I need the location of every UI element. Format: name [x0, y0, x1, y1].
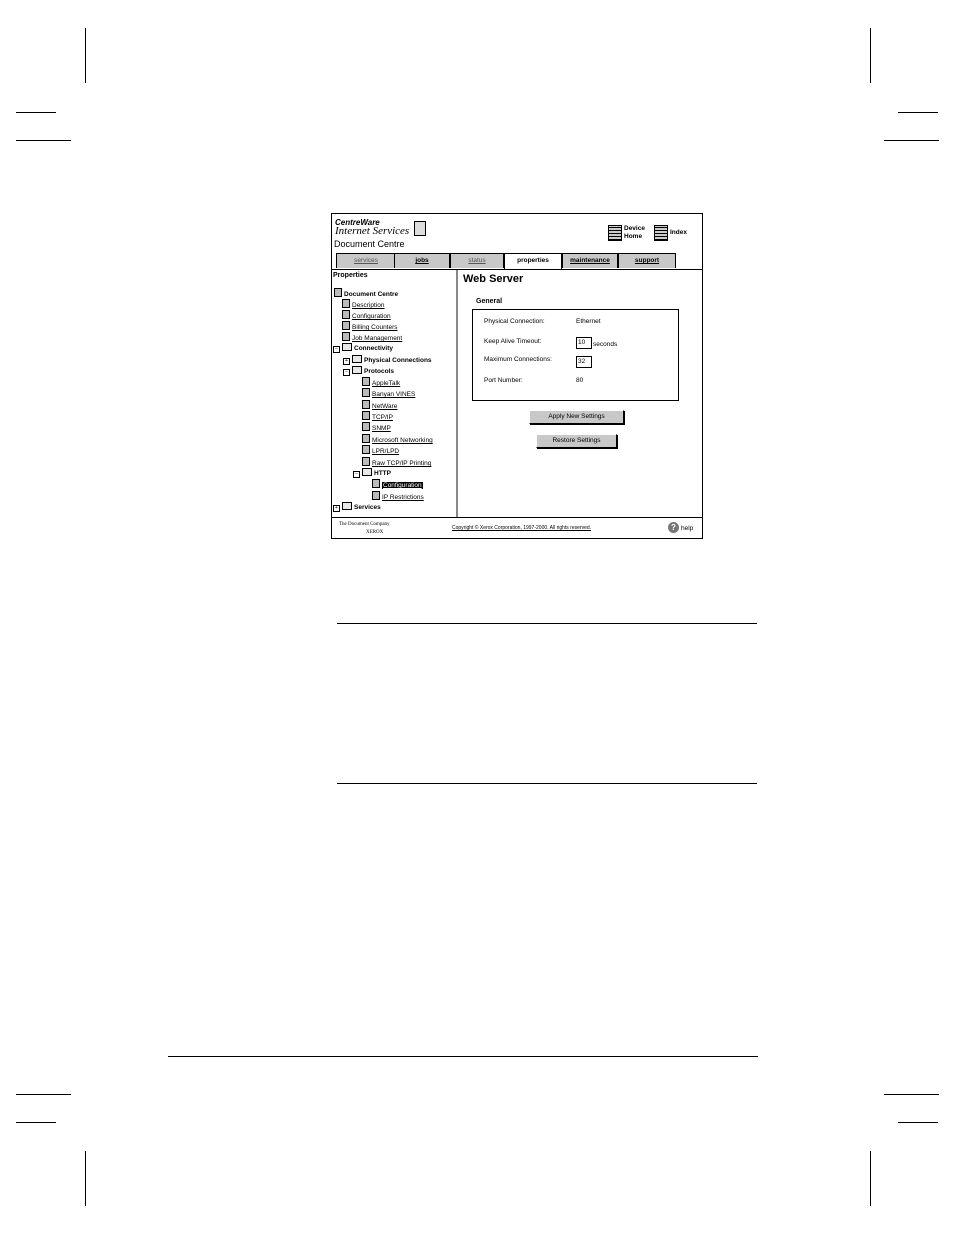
tab-bar: services jobs status properties maintena… — [332, 253, 702, 269]
folder-icon — [352, 355, 362, 363]
tree-item-ip-restrictions[interactable]: IP Restrictions — [372, 491, 424, 501]
tree-item-billing-counters[interactable]: Billing Counters — [342, 321, 398, 331]
tab-services[interactable]: services — [336, 253, 396, 268]
tree-item-tcpip[interactable]: TCP/IP — [362, 411, 393, 421]
collapse-icon[interactable]: − — [333, 346, 340, 353]
tree-item-snmp[interactable]: SNMP — [362, 422, 391, 432]
tree-item-raw-tcpip-printing[interactable]: Raw TCP/IP Printing — [362, 457, 431, 467]
copyright-link[interactable]: Copyright © Xerox Corporation, 1997-2000… — [452, 525, 591, 531]
tab-maintenance[interactable]: maintenance — [562, 253, 618, 268]
sidebar: Properties Document Centre Description C… — [332, 270, 458, 517]
page-icon — [362, 411, 370, 420]
crop-mark — [85, 1151, 86, 1206]
tree-item-http-configuration[interactable]: Configuration — [372, 479, 423, 489]
crop-mark — [85, 28, 86, 83]
page-icon — [342, 310, 350, 319]
crop-mark — [16, 1122, 56, 1123]
page-icon — [362, 422, 370, 431]
crop-mark — [898, 112, 938, 113]
tree-item-protocols[interactable]: − Protocols — [343, 366, 394, 376]
index-link[interactable]: Index — [670, 229, 687, 237]
max-connections-input[interactable]: 32 — [576, 356, 592, 368]
tree-item-description[interactable]: Description — [342, 299, 385, 309]
collapse-icon[interactable]: − — [353, 471, 360, 478]
page-icon — [362, 445, 370, 454]
footer: The Document Company XEROX Copyright © X… — [332, 517, 702, 538]
tree-item-appletalk[interactable]: AppleTalk — [362, 377, 400, 387]
tab-status[interactable]: status — [450, 253, 504, 268]
folder-icon — [362, 468, 372, 476]
page-icon — [342, 299, 350, 308]
general-group: Physical Connection: Ethernet Keep Alive… — [472, 309, 679, 401]
crop-mark — [16, 140, 71, 141]
xerox-logo: XEROX — [366, 530, 384, 535]
section-title: General — [476, 298, 503, 305]
folder-icon — [352, 366, 362, 374]
app-title: Document Centre — [334, 239, 405, 249]
physical-connection-label: Physical Connection: — [484, 318, 545, 325]
port-number-label: Port Number: — [484, 377, 523, 384]
tree-item-banyan-vines[interactable]: Banyan VINES — [362, 388, 415, 398]
page-title: Web Server — [463, 273, 524, 285]
tab-jobs[interactable]: jobs — [394, 253, 450, 268]
restore-settings-button[interactable]: Restore Settings — [536, 434, 617, 448]
tab-properties[interactable]: properties — [504, 253, 562, 269]
tree-item-services[interactable]: + Services — [333, 502, 381, 512]
max-connections-label: Maximum Connections: — [484, 356, 552, 363]
building-icon — [414, 221, 426, 236]
tree-item-netware[interactable]: NetWare — [362, 400, 397, 410]
collapse-icon[interactable]: − — [343, 369, 350, 376]
keep-alive-label: Keep Alive Timeout: — [484, 338, 542, 345]
apply-settings-button[interactable]: Apply New Settings — [529, 410, 624, 424]
brand-line2: Internet Services — [335, 225, 410, 237]
page-icon — [362, 400, 370, 409]
page-icon — [342, 332, 350, 341]
note-rule-top — [337, 623, 757, 624]
crop-mark — [884, 140, 939, 141]
page-icon — [372, 479, 380, 488]
tree-item-connectivity[interactable]: − Connectivity — [333, 343, 393, 353]
page-icon — [372, 491, 380, 500]
sidebar-title: Properties — [333, 272, 368, 279]
tree-item-job-management[interactable]: Job Management — [342, 332, 402, 342]
crop-mark — [870, 28, 871, 83]
device-home-icon[interactable] — [608, 225, 622, 241]
folder-icon — [342, 343, 352, 351]
help-icon[interactable]: ? — [668, 522, 679, 533]
note-rule-bottom — [337, 783, 757, 784]
page-icon — [362, 388, 370, 397]
crop-mark — [898, 1122, 938, 1123]
footer-rule — [168, 1056, 758, 1057]
crop-mark — [884, 1094, 939, 1095]
tab-support[interactable]: support — [618, 253, 676, 268]
physical-connection-value: Ethernet — [576, 318, 601, 325]
tree-item-http[interactable]: − HTTP — [353, 468, 391, 478]
page-icon — [342, 321, 350, 330]
crop-mark — [870, 1151, 871, 1206]
main-panel: Web Server General Physical Connection: … — [458, 270, 702, 517]
tree-item-microsoft-networking[interactable]: Microsoft Networking — [362, 434, 433, 444]
folder-icon — [342, 502, 352, 510]
port-number-value: 80 — [576, 377, 584, 384]
crop-mark — [16, 112, 56, 113]
device-home-link[interactable]: Device Home — [624, 225, 645, 241]
page-icon — [362, 457, 370, 466]
keep-alive-input[interactable]: 10 — [576, 337, 592, 349]
tree-item-document-centre[interactable]: Document Centre — [334, 288, 398, 298]
keep-alive-unit: seconds — [593, 341, 618, 348]
book-icon — [334, 288, 342, 297]
page-icon — [362, 377, 370, 386]
tree-item-lpr-lpd[interactable]: LPR/LPD — [362, 445, 399, 455]
expand-icon[interactable]: + — [333, 505, 340, 512]
company-logo-text: The Document Company — [339, 522, 390, 527]
expand-icon[interactable]: + — [343, 358, 350, 365]
index-icon[interactable] — [654, 225, 668, 241]
embedded-screenshot: CentreWare Internet Services Document Ce… — [331, 213, 703, 539]
help-link[interactable]: help — [681, 525, 693, 532]
tree-item-configuration[interactable]: Configuration — [342, 310, 391, 320]
tree-item-physical-connections[interactable]: + Physical Connections — [343, 355, 432, 365]
page-icon — [362, 434, 370, 443]
crop-mark — [16, 1094, 71, 1095]
